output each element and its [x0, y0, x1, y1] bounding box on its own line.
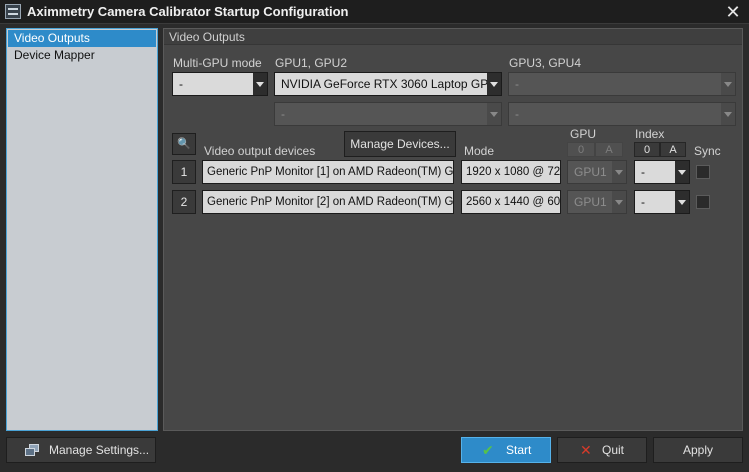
gpu-select[interactable]: GPU1 — [567, 190, 627, 214]
zoom-icon[interactable]: 🔍 — [172, 133, 196, 155]
device-row-number: 2 — [172, 190, 196, 214]
mode-field[interactable]: 2560 x 1440 @ 60 — [461, 190, 561, 214]
title-bar: Aximmetry Camera Calibrator Startup Conf… — [0, 0, 749, 24]
mode-field[interactable]: 1920 x 1080 @ 72 — [461, 160, 561, 184]
start-button[interactable]: ✔ Start — [461, 437, 551, 463]
gpu12-label: GPU1, GPU2 — [275, 56, 348, 70]
device-name-field[interactable]: Generic PnP Monitor [1] on AMD Radeon(TM… — [202, 160, 454, 184]
gpu4-select[interactable]: - — [508, 102, 736, 126]
index-select[interactable]: - — [634, 160, 690, 184]
bottom-bar: Manage Settings... ✔ Start ✕ Quit Apply — [0, 434, 749, 472]
chevron-down-icon — [487, 73, 501, 95]
gpu-column-label: GPU — [570, 127, 597, 141]
sync-column-label: Sync — [694, 144, 721, 158]
multi-gpu-select[interactable]: - — [172, 72, 268, 96]
manage-devices-button[interactable]: Manage Devices... — [344, 131, 456, 157]
device-row-number: 1 — [172, 160, 196, 184]
mode-label: Mode — [464, 144, 495, 158]
device-name-field[interactable]: Generic PnP Monitor [2] on AMD Radeon(TM… — [202, 190, 454, 214]
multi-gpu-label: Multi-GPU mode — [173, 56, 262, 70]
panel-header: Video Outputs — [164, 29, 742, 45]
quit-button[interactable]: ✕ Quit — [557, 437, 647, 463]
start-label: Start — [506, 443, 532, 457]
window-title: Aximmetry Camera Calibrator Startup Conf… — [27, 4, 349, 19]
layers-icon — [25, 444, 39, 456]
video-outputs-panel: Video Outputs Multi-GPU mode GPU1, GPU2 … — [163, 28, 743, 431]
close-icon[interactable]: ✕ — [722, 1, 744, 23]
sync-checkbox[interactable] — [696, 165, 710, 179]
manage-settings-label: Manage Settings... — [49, 443, 150, 457]
gpu3-select[interactable]: - — [508, 72, 736, 96]
manage-settings-button[interactable]: Manage Settings... — [6, 437, 156, 463]
chevron-down-icon — [253, 73, 267, 95]
index-column-label: Index — [635, 127, 665, 141]
sidebar: Video Outputs Device Mapper — [6, 28, 158, 431]
gpu-toggle-auto[interactable]: A — [595, 142, 623, 157]
chevron-down-icon — [721, 73, 735, 95]
checkmark-icon: ✔ — [482, 442, 494, 458]
chevron-down-icon — [612, 161, 626, 183]
gpu-toggle-zero[interactable]: 0 — [567, 142, 595, 157]
apply-button[interactable]: Apply — [653, 437, 743, 463]
quit-label: Quit — [602, 443, 625, 457]
index-toggle-auto[interactable]: A — [660, 142, 686, 157]
index-toggle-zero[interactable]: 0 — [634, 142, 660, 157]
gpu34-label: GPU3, GPU4 — [509, 56, 582, 70]
chevron-down-icon — [675, 161, 689, 183]
gpu2-select[interactable]: - — [274, 102, 502, 126]
chevron-down-icon — [612, 191, 626, 213]
sync-checkbox[interactable] — [696, 195, 710, 209]
sidebar-item-label: Device Mapper — [14, 48, 95, 62]
sidebar-item-video-outputs[interactable]: Video Outputs — [8, 30, 156, 47]
chevron-down-icon — [721, 103, 735, 125]
app-icon — [5, 4, 21, 19]
gpu-select[interactable]: GPU1 — [567, 160, 627, 184]
gpu1-select[interactable]: NVIDIA GeForce RTX 3060 Laptop GP — [274, 72, 502, 96]
chevron-down-icon — [487, 103, 501, 125]
chevron-down-icon — [675, 191, 689, 213]
sidebar-item-device-mapper[interactable]: Device Mapper — [8, 47, 156, 64]
video-output-devices-label: Video output devices — [204, 144, 316, 158]
sidebar-item-label: Video Outputs — [14, 31, 90, 45]
close-icon: ✕ — [580, 442, 592, 458]
index-select[interactable]: - — [634, 190, 690, 214]
